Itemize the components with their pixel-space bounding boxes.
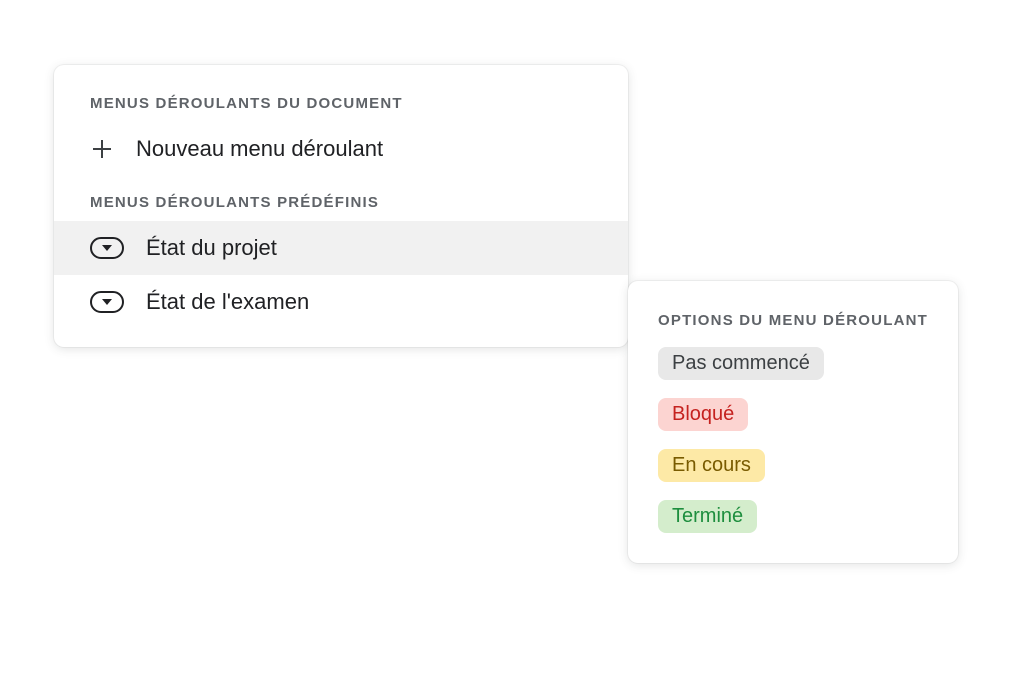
status-chip-in-progress[interactable]: En cours [658, 449, 765, 482]
chip-list: Pas commencé Bloqué En cours Terminé [658, 347, 928, 533]
chevron-down-icon [102, 299, 112, 305]
section-heading-preset-dropdowns: Menus déroulants prédéfinis [54, 176, 628, 221]
dropdown-picker-panel: Menus déroulants du document Nouveau men… [54, 65, 628, 347]
options-heading: Options du menu déroulant [658, 309, 928, 333]
preset-row-review-status[interactable]: État de l'examen [54, 275, 628, 329]
status-chip-blocked[interactable]: Bloqué [658, 398, 748, 431]
status-chip-done[interactable]: Terminé [658, 500, 757, 533]
dropdown-pill-icon [90, 237, 124, 259]
preset-row-project-status[interactable]: État du projet [54, 221, 628, 275]
section-heading-document-dropdowns: Menus déroulants du document [54, 65, 628, 122]
dropdown-pill-icon [90, 291, 124, 313]
dropdown-options-panel: Options du menu déroulant Pas commencé B… [628, 281, 958, 563]
new-dropdown-label: Nouveau menu déroulant [136, 136, 383, 162]
plus-icon [90, 137, 114, 161]
chevron-down-icon [102, 245, 112, 251]
preset-label: État du projet [146, 235, 277, 261]
new-dropdown-row[interactable]: Nouveau menu déroulant [54, 122, 628, 176]
preset-label: État de l'examen [146, 289, 309, 315]
status-chip-not-started[interactable]: Pas commencé [658, 347, 824, 380]
